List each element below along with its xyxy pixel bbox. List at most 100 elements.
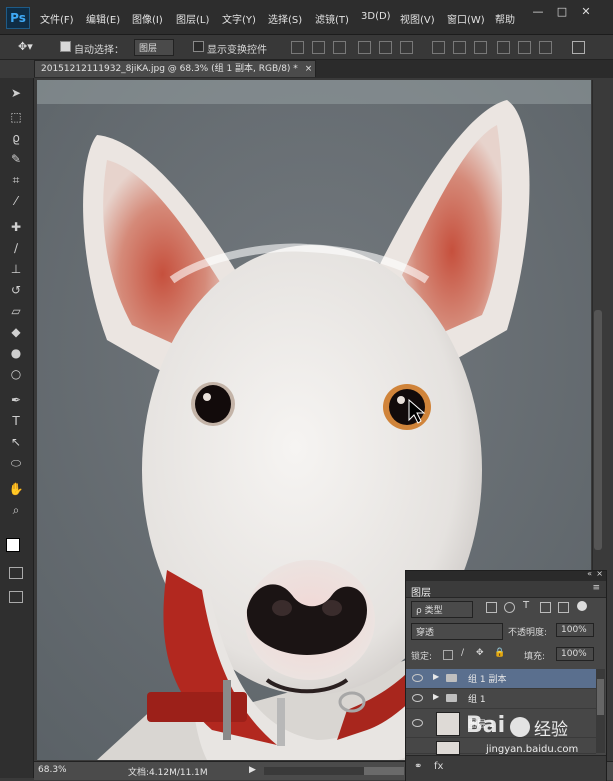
blend-mode-dropdown[interactable]: 穿透 <box>411 623 503 640</box>
healing-brush-icon[interactable]: ✚ <box>7 218 25 236</box>
filter-toggle-icon[interactable] <box>577 601 587 611</box>
crop-tool-icon[interactable]: ⌗ <box>7 171 25 189</box>
distribute-bottom-icon[interactable] <box>474 41 487 54</box>
type-tool-icon[interactable]: T <box>7 412 25 430</box>
fill-label: 填充: <box>524 652 546 662</box>
layers-scrollbar-thumb[interactable] <box>597 679 604 715</box>
layer-name[interactable]: 组 1 <box>468 692 486 705</box>
collapse-icon[interactable]: « <box>587 569 592 578</box>
align-hcenter-icon[interactable] <box>379 41 392 54</box>
auto-select-label: 自动选择： <box>74 45 124 56</box>
baidu-watermark: Bai 经验 jingyan.baidu.com <box>466 711 606 771</box>
move-tool-icon[interactable]: ➤ <box>7 84 25 102</box>
panel-menu-icon[interactable]: ≡ <box>592 583 600 593</box>
shape-tool-icon[interactable]: ⬭ <box>7 454 25 472</box>
layer-thumbnail <box>436 712 460 736</box>
eraser-icon[interactable]: ▱ <box>7 302 25 320</box>
layer-name[interactable]: 组 1 副本 <box>468 672 506 685</box>
path-select-icon[interactable]: ↖ <box>7 433 25 451</box>
eyedropper-icon[interactable]: ⁄ <box>7 192 25 210</box>
show-transform-checkbox[interactable] <box>193 41 204 52</box>
hand-tool-icon[interactable]: ✋ <box>7 480 25 498</box>
filter-type-icon[interactable]: T <box>523 600 529 611</box>
lock-pixels-icon[interactable]: ∕ <box>461 648 464 658</box>
visibility-eye-icon[interactable] <box>412 719 423 727</box>
visibility-eye-icon[interactable] <box>412 694 423 702</box>
document-tab[interactable]: 20151212111932_8jiKA.jpg @ 68.3% (组 1 副本… <box>34 60 316 77</box>
expand-arrow-icon[interactable]: ▶ <box>433 672 439 681</box>
menu-type[interactable]: 文字(Y) <box>222 11 256 26</box>
horizontal-scrollbar-thumb[interactable] <box>364 767 404 775</box>
screen-mode-icon[interactable] <box>9 591 23 603</box>
panel-dock-header[interactable]: « × <box>406 569 606 581</box>
tab-close-icon[interactable]: × <box>305 64 313 74</box>
move-tool-preset-icon[interactable]: ✥▾ <box>18 40 33 53</box>
lasso-tool-icon[interactable]: ϱ <box>7 129 25 147</box>
align-top-icon[interactable] <box>291 41 304 54</box>
align-vcenter-icon[interactable] <box>312 41 325 54</box>
filter-smart-icon[interactable] <box>558 602 569 613</box>
close-button[interactable]: ✕ <box>576 4 596 20</box>
expand-arrow-icon[interactable]: ▶ <box>433 692 439 701</box>
layer-row[interactable]: ▶ 组 1 副本 <box>406 669 596 689</box>
show-transform-label: 显示变换控件 <box>207 45 267 56</box>
dodge-tool-icon[interactable]: ○ <box>7 365 25 383</box>
foreground-color-swatch[interactable] <box>6 538 20 552</box>
paint-bucket-icon[interactable]: ◆ <box>7 323 25 341</box>
history-brush-icon[interactable]: ↺ <box>7 281 25 299</box>
zoom-level[interactable]: 68.3% <box>38 765 67 775</box>
distribute-top-icon[interactable] <box>432 41 445 54</box>
filter-shape-icon[interactable] <box>540 602 551 613</box>
zoom-tool-icon[interactable]: ⌕ <box>7 501 25 519</box>
brush-tool-icon[interactable]: ∕ <box>7 239 25 257</box>
lock-transparency-icon[interactable] <box>443 650 453 660</box>
menu-3d[interactable]: 3D(D) <box>361 11 391 22</box>
link-layers-icon[interactable]: ⚭ <box>414 761 422 772</box>
quick-mask-icon[interactable] <box>9 567 23 579</box>
maximize-button[interactable]: □ <box>552 4 572 20</box>
auto-select-dropdown[interactable]: 图层 <box>134 39 174 56</box>
auto-select-checkbox[interactable] <box>60 41 71 52</box>
align-right-icon[interactable] <box>400 41 413 54</box>
distribute-right-icon[interactable] <box>539 41 552 54</box>
menu-filter[interactable]: 滤镜(T) <box>315 11 349 26</box>
filter-pixel-icon[interactable] <box>486 602 497 613</box>
visibility-eye-icon[interactable] <box>412 674 423 682</box>
menu-image[interactable]: 图像(I) <box>132 11 163 26</box>
horizontal-scrollbar[interactable] <box>264 767 404 775</box>
menu-view[interactable]: 视图(V) <box>400 11 435 26</box>
lock-all-icon[interactable]: 🔒 <box>494 648 505 658</box>
layers-tab[interactable]: 图层 <box>411 584 431 599</box>
blur-tool-icon[interactable]: ● <box>7 344 25 362</box>
align-bottom-icon[interactable] <box>333 41 346 54</box>
opacity-input[interactable]: 100% <box>556 623 594 637</box>
distribute-left-icon[interactable] <box>497 41 510 54</box>
quick-select-icon[interactable]: ✎ <box>7 150 25 168</box>
panel-close-icon[interactable]: × <box>596 569 603 578</box>
menu-edit[interactable]: 编辑(E) <box>86 11 120 26</box>
marquee-tool-icon[interactable]: ⬚ <box>7 108 25 126</box>
fill-input[interactable]: 100% <box>556 647 594 661</box>
align-left-icon[interactable] <box>358 41 371 54</box>
document-size: 文档:4.12M/11.1M <box>128 768 208 778</box>
menu-select[interactable]: 选择(S) <box>268 11 302 26</box>
menu-help[interactable]: 帮助 <box>495 11 515 26</box>
menu-window[interactable]: 窗口(W) <box>447 11 485 26</box>
filter-adjustment-icon[interactable] <box>504 602 515 613</box>
clone-stamp-icon[interactable]: ⊥ <box>7 260 25 278</box>
lock-position-icon[interactable]: ✥ <box>476 648 484 658</box>
layer-row[interactable]: ▶ 组 1 <box>406 689 596 709</box>
menu-layer[interactable]: 图层(L) <box>176 11 209 26</box>
layer-style-icon[interactable]: fx <box>434 761 443 772</box>
auto-align-icon[interactable] <box>572 41 585 54</box>
folder-icon <box>446 674 457 682</box>
status-arrow-icon[interactable]: ▶ <box>249 765 256 775</box>
layer-filter-dropdown[interactable]: ρ 类型 <box>411 601 473 618</box>
minimize-button[interactable]: — <box>528 4 548 20</box>
distribute-vcenter-icon[interactable] <box>453 41 466 54</box>
scrollbar-thumb[interactable] <box>594 310 602 550</box>
distribute-hcenter-icon[interactable] <box>518 41 531 54</box>
pen-tool-icon[interactable]: ✒ <box>7 391 25 409</box>
menu-file[interactable]: 文件(F) <box>40 11 74 26</box>
folder-icon <box>446 694 457 702</box>
